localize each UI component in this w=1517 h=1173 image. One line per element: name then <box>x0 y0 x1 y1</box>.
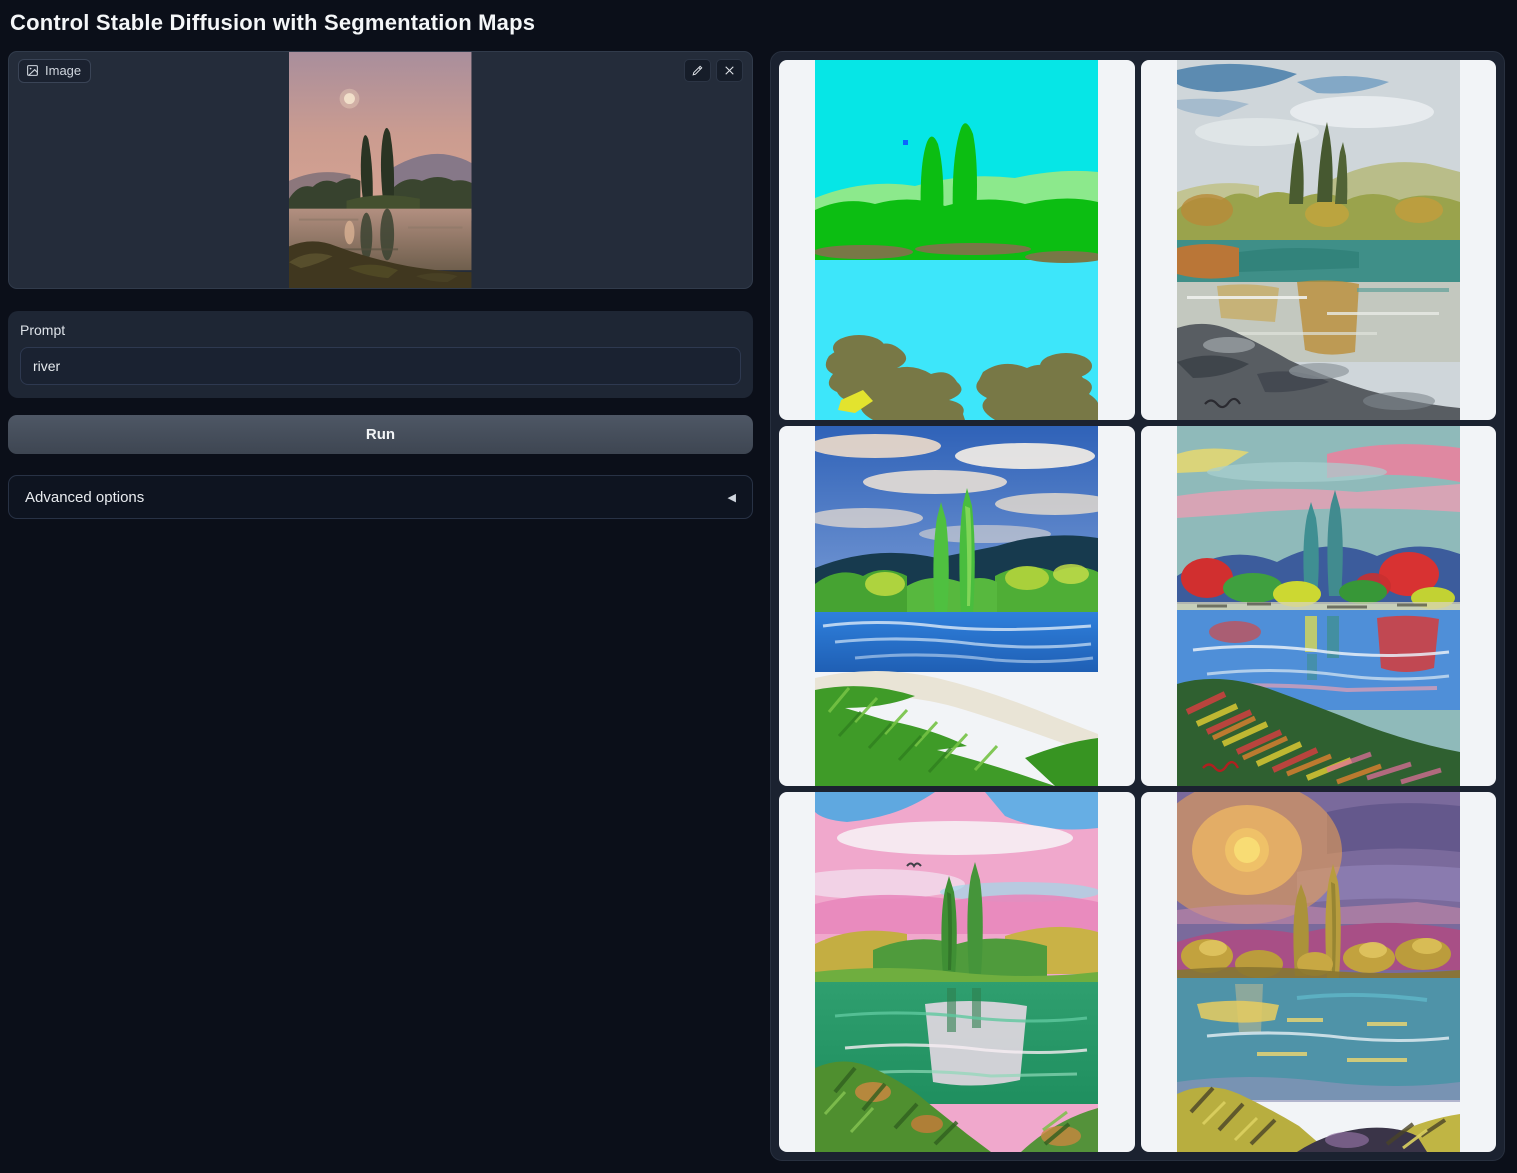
image-actions <box>684 59 743 82</box>
prompt-panel: Prompt <box>8 311 753 398</box>
gallery-item-1[interactable] <box>779 60 1135 420</box>
result-gallery <box>770 51 1505 1161</box>
gallery-image-watercolor <box>1177 60 1460 420</box>
prompt-label: Prompt <box>20 322 741 338</box>
gallery-item-5[interactable] <box>779 792 1135 1152</box>
image-label-text: Image <box>45 63 81 78</box>
advanced-options-label: Advanced options <box>25 489 144 506</box>
uploaded-image <box>289 52 471 288</box>
main-row: Image <box>8 51 1509 1161</box>
edit-image-button[interactable] <box>684 59 711 82</box>
gallery-image-sunset <box>1177 792 1460 1152</box>
run-button[interactable]: Run <box>8 415 753 454</box>
page-title: Control Stable Diffusion with Segmentati… <box>10 10 1509 36</box>
left-column: Image <box>8 51 753 519</box>
gallery-item-4[interactable] <box>1141 426 1497 786</box>
gallery-image-segmentation-map <box>815 60 1098 420</box>
gallery-item-6[interactable] <box>1141 792 1497 1152</box>
advanced-options-accordion[interactable]: Advanced options ◀ <box>8 475 753 519</box>
clear-image-button[interactable] <box>716 59 743 82</box>
image-label: Image <box>18 59 91 83</box>
prompt-input[interactable] <box>20 347 741 385</box>
pencil-icon <box>691 64 704 77</box>
gallery-item-2[interactable] <box>1141 60 1497 420</box>
accordion-collapse-icon: ◀ <box>728 491 736 504</box>
gallery-image-green-river <box>815 426 1098 786</box>
gallery-image-expressionist <box>1177 426 1460 786</box>
image-icon <box>26 64 39 77</box>
gallery-image-pink-sky <box>815 792 1098 1152</box>
input-image-panel: Image <box>8 51 753 289</box>
x-icon <box>723 64 736 77</box>
gallery-item-3[interactable] <box>779 426 1135 786</box>
